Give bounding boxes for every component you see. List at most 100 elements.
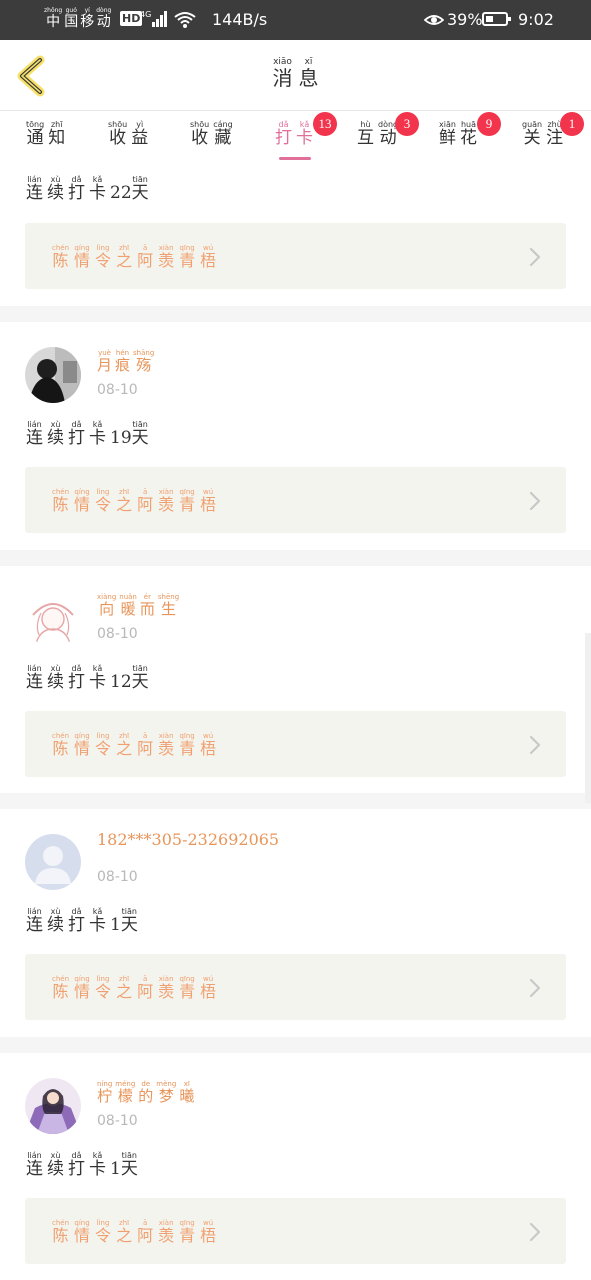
tab-0[interactable]: tōng 通 zhī 知 — [26, 121, 69, 147]
tab-1[interactable]: shōu 收 yì 益 — [108, 121, 152, 147]
streak-unit-char: tiān 天 — [121, 1152, 138, 1178]
battery-icon — [482, 12, 511, 26]
hanzi: 互 — [357, 128, 374, 148]
hanzi: 续 — [47, 428, 64, 448]
hanzi: 曦 — [179, 1087, 195, 1105]
chevron-right-icon — [528, 735, 542, 759]
username-char: xī 曦 — [179, 1081, 194, 1104]
streak-days: 1 — [110, 1159, 121, 1179]
streak-char: lián 连 — [26, 908, 43, 934]
hanzi: 羡 — [158, 1226, 175, 1245]
card-title-char: qíng 情 — [74, 1220, 90, 1244]
streak-char: dǎ 打 — [68, 421, 85, 447]
hanzi: 情 — [74, 251, 91, 270]
tab-4[interactable]: hù 互 dòng 动 3 — [357, 112, 419, 148]
linked-work-card[interactable]: chén 陈 qíng 情 lìng 令 zhī 之 ā 阿 xiàn 羡 qīng 青 wú 梧 — [25, 467, 566, 533]
hanzi: 天 — [131, 672, 149, 692]
hanzi: 天 — [131, 428, 149, 448]
card-title-char: qīng 青 — [179, 976, 195, 1000]
streak-char: dǎ 打 — [68, 1152, 85, 1178]
chevron-right-icon — [528, 491, 542, 515]
hanzi: 羡 — [158, 251, 175, 270]
user-avatar[interactable] — [25, 591, 81, 647]
streak-char: xù 续 — [47, 908, 64, 934]
tab-label-char: kǎ 卡 — [296, 121, 313, 147]
username[interactable]: xiàng 向 nuǎn 暖 ér 而 shēng 生 — [97, 594, 182, 617]
hanzi: 向 — [99, 600, 115, 618]
username-char: xiàng 向 — [97, 594, 116, 617]
streak-char: lián 连 — [26, 1152, 43, 1178]
hd-indicator: HD — [120, 11, 143, 26]
hanzi: 梧 — [200, 1226, 217, 1245]
hanzi: 月 — [97, 356, 113, 374]
tab-label-char: cáng 藏 — [213, 121, 232, 147]
hanzi: 益 — [131, 128, 149, 148]
unread-badge: 9 — [477, 112, 501, 136]
hanzi: 动 — [379, 128, 397, 148]
chevron-right-icon — [528, 978, 542, 1002]
card-title-char: qīng 青 — [179, 489, 195, 513]
username-char: ér 而 — [140, 594, 155, 617]
scrollbar[interactable] — [585, 633, 591, 803]
tab-6[interactable]: guān 关 zhù 注 1 — [522, 112, 584, 147]
hanzi: 之 — [116, 495, 133, 514]
card-title-char: ā阿 — [137, 976, 153, 1000]
user-avatar[interactable] — [25, 834, 81, 890]
tab-5[interactable]: xiān 鲜 huā 花 9 — [439, 112, 501, 147]
default-person-avatar — [25, 834, 81, 890]
unread-badge: 3 — [395, 112, 419, 136]
post-date: 08-10 — [97, 869, 138, 885]
title-char: xiāo 消 — [273, 58, 293, 89]
card-title-char: chén 陈 — [52, 245, 69, 269]
tab-3[interactable]: dǎ 打 kǎ 卡 13 — [275, 112, 337, 147]
card-title-char: qíng 情 — [74, 733, 90, 757]
user-avatar[interactable] — [25, 347, 81, 403]
username[interactable]: 182***305-232692065 — [97, 830, 279, 849]
hanzi: 生 — [161, 600, 177, 618]
hanzi: 之 — [116, 982, 133, 1001]
username-char: mèng 梦 — [156, 1081, 176, 1104]
card-title-char: xiàn 羡 — [158, 733, 174, 757]
streak-char: kǎ 卡 — [89, 421, 106, 447]
hanzi: 令 — [95, 982, 112, 1001]
streak-char: lián 连 — [26, 421, 43, 447]
hanzi: 藏 — [214, 128, 232, 148]
hanzi: 知 — [48, 128, 66, 148]
username[interactable]: yuè 月 hén 痕 shāng 殇 — [97, 350, 157, 373]
linked-work-title: chén 陈 qíng 情 lìng 令 zhī 之 ā 阿 xiàn 羡 qīng 青 wú 梧 — [52, 245, 221, 269]
card-title-char: ā阿 — [137, 1220, 153, 1244]
streak-unit-char: tiān 天 — [132, 176, 149, 202]
tab-2[interactable]: shōu 收 cáng 藏 — [190, 121, 237, 147]
hanzi: 情 — [74, 739, 91, 758]
hanzi: 天 — [120, 915, 138, 935]
unread-badge: 13 — [313, 112, 337, 136]
tab-label-char: guān 关 — [522, 121, 542, 147]
hanzi: 卡 — [89, 672, 106, 692]
username[interactable]: níng 柠 méng 檬 de 的 mèng 梦 xī 曦 — [97, 1081, 197, 1104]
section-divider — [0, 306, 591, 322]
hanzi: 移 — [80, 14, 95, 30]
linked-work-card[interactable]: chén 陈 qíng 情 lìng 令 zhī 之 ā 阿 xiàn 羡 qīng 青 wú 梧 — [25, 1198, 566, 1264]
card-title-char: ā阿 — [137, 245, 153, 269]
user-avatar[interactable] — [25, 1078, 81, 1134]
linked-work-card[interactable]: chén 陈 qíng 情 lìng 令 zhī 之 ā 阿 xiàn 羡 qīng 青 wú 梧 — [25, 223, 566, 289]
card-title-char: wú 梧 — [200, 489, 216, 513]
card-title-char: zhī 之 — [116, 1220, 132, 1244]
card-title-char: lìng 令 — [95, 976, 111, 1000]
hanzi: 的 — [138, 1087, 154, 1105]
chevron-right-icon — [528, 1222, 542, 1246]
linked-work-title: chén 陈 qíng 情 lìng 令 zhī 之 ā 阿 xiàn 羡 qīng 青 wú 梧 — [52, 489, 221, 513]
linked-work-card[interactable]: chén 陈 qíng 情 lìng 令 zhī 之 ā 阿 xiàn 羡 qīng 青 wú 梧 — [25, 954, 566, 1020]
post-date: 08-10 — [97, 626, 138, 642]
hanzi: 卡 — [89, 915, 106, 935]
wifi-icon — [174, 11, 196, 33]
hanzi: 青 — [179, 982, 196, 1001]
hanzi: 续 — [47, 672, 64, 692]
hanzi: 续 — [47, 1159, 64, 1179]
clock: 9:02 — [518, 10, 554, 29]
streak-days: 19 — [110, 428, 132, 448]
tab-label-char: xiān 鲜 — [439, 121, 456, 147]
streak-char: dǎ 打 — [68, 176, 85, 202]
linked-work-title: chén 陈 qíng 情 lìng 令 zhī 之 ā 阿 xiàn 羡 qīng 青 wú 梧 — [52, 976, 221, 1000]
linked-work-card[interactable]: chén 陈 qíng 情 lìng 令 zhī 之 ā 阿 xiàn 羡 qīng 青 wú 梧 — [25, 711, 566, 777]
